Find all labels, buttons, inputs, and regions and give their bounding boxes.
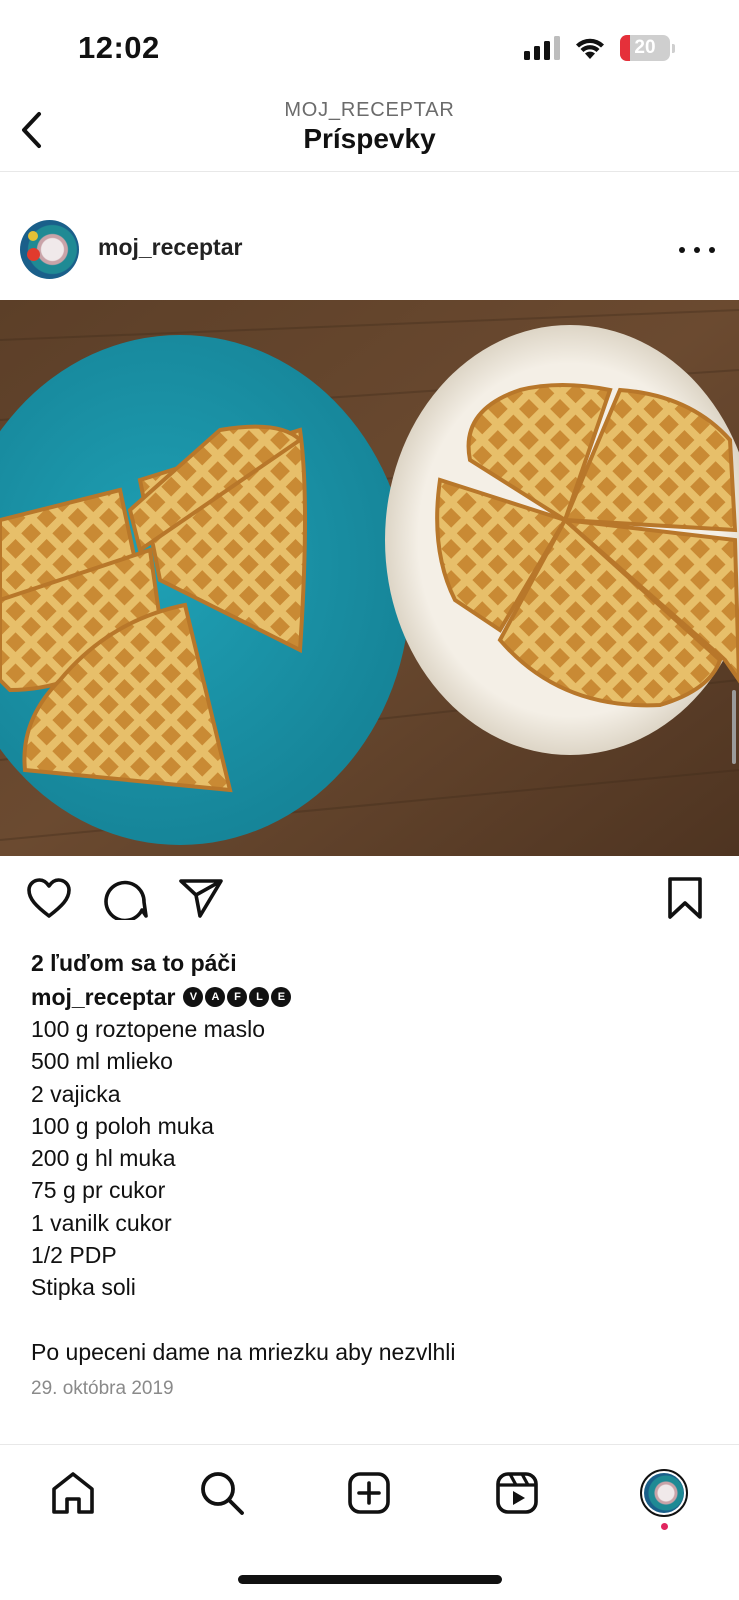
post-date: 29. októbra 2019 [31, 1377, 174, 1399]
post-caption: 2 ľuďom sa to páči moj_receptar V A F L … [31, 945, 711, 1400]
paper-plane-icon [179, 879, 223, 918]
post-image[interactable] [0, 300, 739, 856]
battery-percent: 20 [634, 37, 656, 58]
bookmark-icon [668, 877, 702, 919]
heart-icon [27, 878, 71, 918]
badge-letter: L [249, 987, 270, 1007]
ellipsis-icon [679, 247, 685, 253]
waffles-photo [0, 300, 739, 856]
post-actions [0, 872, 739, 928]
post-header: moj_receptar [0, 212, 739, 288]
nav-search-button[interactable] [196, 1467, 248, 1519]
nav-reels-button[interactable] [491, 1467, 543, 1519]
reels-icon [496, 1472, 538, 1514]
add-post-icon [348, 1472, 390, 1514]
caption-closing-line: Po upeceni dame na mriezku aby nezvlhli [31, 1338, 456, 1365]
more-options-button[interactable] [679, 240, 715, 260]
cellular-signal-icon [524, 36, 560, 60]
caption-line: 75 g pr cukor [31, 1177, 166, 1204]
likes-count[interactable]: 2 ľuďom sa to páči [31, 945, 711, 981]
header-subtitle: MOJ_RECEPTAR [284, 99, 455, 121]
page-title: Príspevky [303, 123, 436, 154]
caption-line: 1/2 PDP [31, 1242, 117, 1269]
battery-cap [672, 43, 675, 53]
comment-icon [104, 880, 148, 920]
notification-dot [661, 1523, 668, 1530]
status-bar: 12:02 20 [0, 0, 739, 100]
nav-profile-button[interactable] [638, 1467, 690, 1519]
caption-line: 100 g poloh muka [31, 1112, 214, 1139]
badge-letter: F [227, 987, 248, 1007]
home-icon [52, 1472, 94, 1514]
save-button[interactable] [659, 872, 711, 924]
home-indicator[interactable] [238, 1575, 502, 1584]
bottom-navigation [0, 1444, 739, 1544]
caption-badges: V A F L E [183, 987, 292, 1007]
badge-letter: E [271, 987, 292, 1007]
page-header: MOJ_RECEPTAR Príspevky [0, 96, 739, 172]
badge-letter: V [183, 987, 204, 1007]
share-button[interactable] [175, 872, 227, 924]
battery-indicator: 20 [620, 35, 670, 61]
caption-line: 100 g roztopene maslo [31, 1016, 265, 1042]
status-icons: 20 [524, 35, 675, 61]
caption-line: 500 ml mlieko [31, 1048, 173, 1075]
like-button[interactable] [23, 872, 75, 924]
badge-letter: A [205, 987, 226, 1007]
caption-username[interactable]: moj_receptar [31, 984, 175, 1011]
nav-add-post-button[interactable] [343, 1467, 395, 1519]
search-icon [201, 1472, 244, 1515]
scrollbar[interactable] [732, 690, 736, 764]
avatar[interactable] [20, 220, 79, 279]
nav-home-button[interactable] [47, 1467, 99, 1519]
profile-avatar [640, 1469, 688, 1517]
caption-line: 200 g hl muka [31, 1145, 176, 1172]
caption-line: 1 vanilk cukor [31, 1209, 172, 1236]
status-time: 12:02 [78, 30, 160, 65]
caption-line: 2 vajicka [31, 1080, 121, 1107]
caption-line: Stipka soli [31, 1274, 136, 1301]
comment-button[interactable] [100, 872, 152, 924]
wifi-icon [576, 38, 604, 59]
post-username[interactable]: moj_receptar [98, 234, 242, 261]
caption-header: moj_receptar V A F L E [31, 981, 711, 1013]
